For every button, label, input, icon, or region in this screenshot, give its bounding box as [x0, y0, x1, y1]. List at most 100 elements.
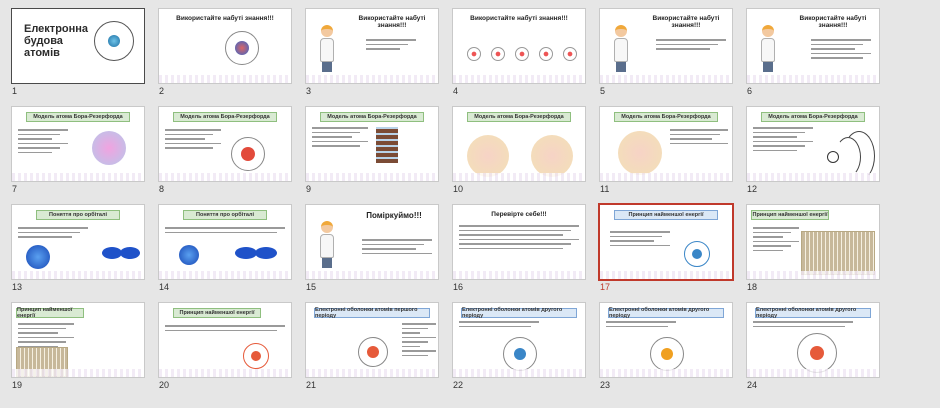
slide-thumbnail[interactable]: Принцип найменшої енергії 17 [596, 202, 736, 300]
slide-body-text [366, 39, 416, 53]
atom-icon [515, 47, 529, 61]
slide-thumbnail[interactable]: Електронні оболонки атомів другого періо… [449, 300, 589, 398]
slide-preview[interactable]: Електронні оболонки атомів другого періо… [452, 302, 586, 378]
slide-preview[interactable]: Електронна будова атомів [11, 8, 145, 84]
slide-thumbnail[interactable]: Електронні оболонки атомів другого періо… [596, 300, 736, 398]
slide-thumbnail[interactable]: Використайте набуті знання!!! 6 [743, 6, 883, 104]
atom-icon [563, 47, 577, 61]
slide-thumbnail[interactable]: Модель атома Бора-Резерфорда 12 [743, 104, 883, 202]
slide-body-text [18, 323, 74, 350]
slide-preview[interactable]: Принцип найменшої енергії [11, 302, 145, 378]
slide-footer-pattern [600, 173, 732, 181]
slide-title: Принцип найменшої енергії [173, 308, 261, 318]
slide-thumbnail[interactable]: Використайте набуті знання!!! 4 [449, 6, 589, 104]
slide-body-text [459, 321, 539, 330]
slide-preview[interactable]: Модель атома Бора-Резерфорда [158, 106, 292, 182]
orbital-p-icon [102, 247, 122, 259]
slide-preview[interactable]: Принцип найменшої енергії [746, 204, 880, 280]
slide-preview[interactable]: Модель атома Бора-Резерфорда [599, 106, 733, 182]
slide-thumbnail[interactable]: Поміркуймо!!! 15 [302, 202, 442, 300]
slide-preview[interactable]: Електронні оболонки атомів другого періо… [599, 302, 733, 378]
slide-body-text [402, 323, 436, 359]
slide-thumbnail[interactable]: Модель атома Бора-Резерфорда 8 [155, 104, 295, 202]
scientist-illustration [759, 25, 777, 73]
slide-thumbnail[interactable]: Використайте набуті знання!!! 2 [155, 6, 295, 104]
slide-preview[interactable]: Модель атома Бора-Резерфорда [746, 106, 880, 182]
scientist-illustration [318, 25, 336, 73]
slide-footer-pattern [600, 369, 732, 377]
slide-body-text [459, 225, 579, 252]
nucleus-icon [241, 147, 255, 161]
slide-footer-pattern [159, 75, 291, 83]
slide-number: 11 [600, 184, 610, 194]
slide-number: 21 [306, 380, 317, 390]
slide-preview[interactable]: Поміркуймо!!! [305, 204, 439, 280]
nucleus-icon [661, 348, 673, 360]
slide-title: Поміркуймо!!! [366, 211, 422, 220]
slide-preview[interactable]: Використайте набуті знання!!! [452, 8, 586, 84]
slide-number: 15 [306, 282, 317, 292]
slide-footer-pattern [747, 173, 879, 181]
slide-body-text [18, 129, 68, 156]
slide-thumbnail[interactable]: Принцип найменшої енергії 20 [155, 300, 295, 398]
slide-thumbnail[interactable]: Використайте набуті знання!!! 5 [596, 6, 736, 104]
slide-number: 17 [600, 282, 611, 292]
slide-preview[interactable]: Перевірте себе!!! [452, 204, 586, 280]
slide-number: 14 [159, 282, 170, 292]
slide-number: 20 [159, 380, 170, 390]
slide-footer-pattern [453, 271, 585, 279]
slide-footer-pattern [453, 75, 585, 83]
slide-title: Модель атома Бора-Резерфорда [761, 112, 865, 122]
slide-thumbnail[interactable]: Модель атома Бора-Резерфорда 9 [302, 104, 442, 202]
slide-preview[interactable]: Модель атома Бора-Резерфорда [11, 106, 145, 182]
nucleus-icon [251, 351, 261, 361]
slide-body-text [753, 127, 813, 154]
slide-footer-pattern [306, 75, 438, 83]
slide-thumbnail[interactable]: Електронна будова атомів 1 [8, 6, 148, 104]
slide-preview[interactable]: Модель атома Бора-Резерфорда [305, 106, 439, 182]
periodic-table-image [801, 231, 875, 275]
slide-number: 1 [12, 86, 18, 96]
slide-footer-pattern [306, 369, 438, 377]
atom-icon [92, 131, 126, 165]
slide-preview[interactable]: Поняття про орбіталі [11, 204, 145, 280]
slide-preview[interactable]: Використайте набуті знання!!! [158, 8, 292, 84]
slide-thumbnail[interactable]: Модель атома Бора-Резерфорда 7 [8, 104, 148, 202]
slide-preview[interactable]: Модель атома Бора-Резерфорда [452, 106, 586, 182]
slide-sorter-grid: Електронна будова атомів 1 Використайте н… [8, 6, 883, 398]
slide-footer-pattern [453, 369, 585, 377]
slide-thumbnail[interactable]: Принцип найменшої енергії 18 [743, 202, 883, 300]
slide-preview[interactable]: Використайте набуті знання!!! [599, 8, 733, 84]
slide-thumbnail[interactable]: Поняття про орбіталі 14 [155, 202, 295, 300]
slide-thumbnail[interactable]: Поняття про орбіталі 13 [8, 202, 148, 300]
slide-title: Використайте набуті знання!!! [470, 15, 568, 22]
slide-number: 3 [306, 86, 312, 96]
slide-preview[interactable]: Електронні оболонки атомів першого періо… [305, 302, 439, 378]
slide-thumbnail[interactable]: Модель атома Бора-Резерфорда 10 [449, 104, 589, 202]
slide-thumbnail[interactable]: Модель атома Бора-Резерфорда 11 [596, 104, 736, 202]
slide-footer-pattern [306, 173, 438, 181]
slide-thumbnail[interactable]: Перевірте себе!!! 16 [449, 202, 589, 300]
slide-thumbnail[interactable]: Електронні оболонки атомів першого періо… [302, 300, 442, 398]
slide-thumbnail[interactable]: Електронні оболонки атомів другого періо… [743, 300, 883, 398]
slide-footer-pattern [12, 369, 144, 377]
slide-title: Поняття про орбіталі [183, 210, 267, 220]
slide-thumbnail[interactable]: Принцип найменшої енергії 19 [8, 300, 148, 398]
slide-body-text [753, 321, 853, 330]
slide-thumbnail[interactable]: Використайте набуті знання!!! 3 [302, 6, 442, 104]
slide-preview[interactable]: Принцип найменшої енергії [598, 203, 734, 281]
slide-preview[interactable]: Використайте набуті знання!!! [746, 8, 880, 84]
slide-title: Модель атома Бора-Резерфорда [320, 112, 424, 122]
slide-preview[interactable]: Поняття про орбіталі [158, 204, 292, 280]
slide-title: Принцип найменшої енергії [614, 210, 718, 220]
slide-preview[interactable]: Електронні оболонки атомів другого періо… [746, 302, 880, 378]
slide-body-text [312, 127, 368, 150]
slide-number: 16 [453, 282, 464, 292]
slide-footer-pattern [600, 271, 732, 279]
slide-preview[interactable]: Принцип найменшої енергії [158, 302, 292, 378]
orbital-s-icon [26, 245, 50, 269]
slide-body-text [165, 227, 285, 236]
building-icon [376, 127, 398, 163]
slide-footer-pattern [159, 271, 291, 279]
slide-preview[interactable]: Використайте набуті знання!!! [305, 8, 439, 84]
